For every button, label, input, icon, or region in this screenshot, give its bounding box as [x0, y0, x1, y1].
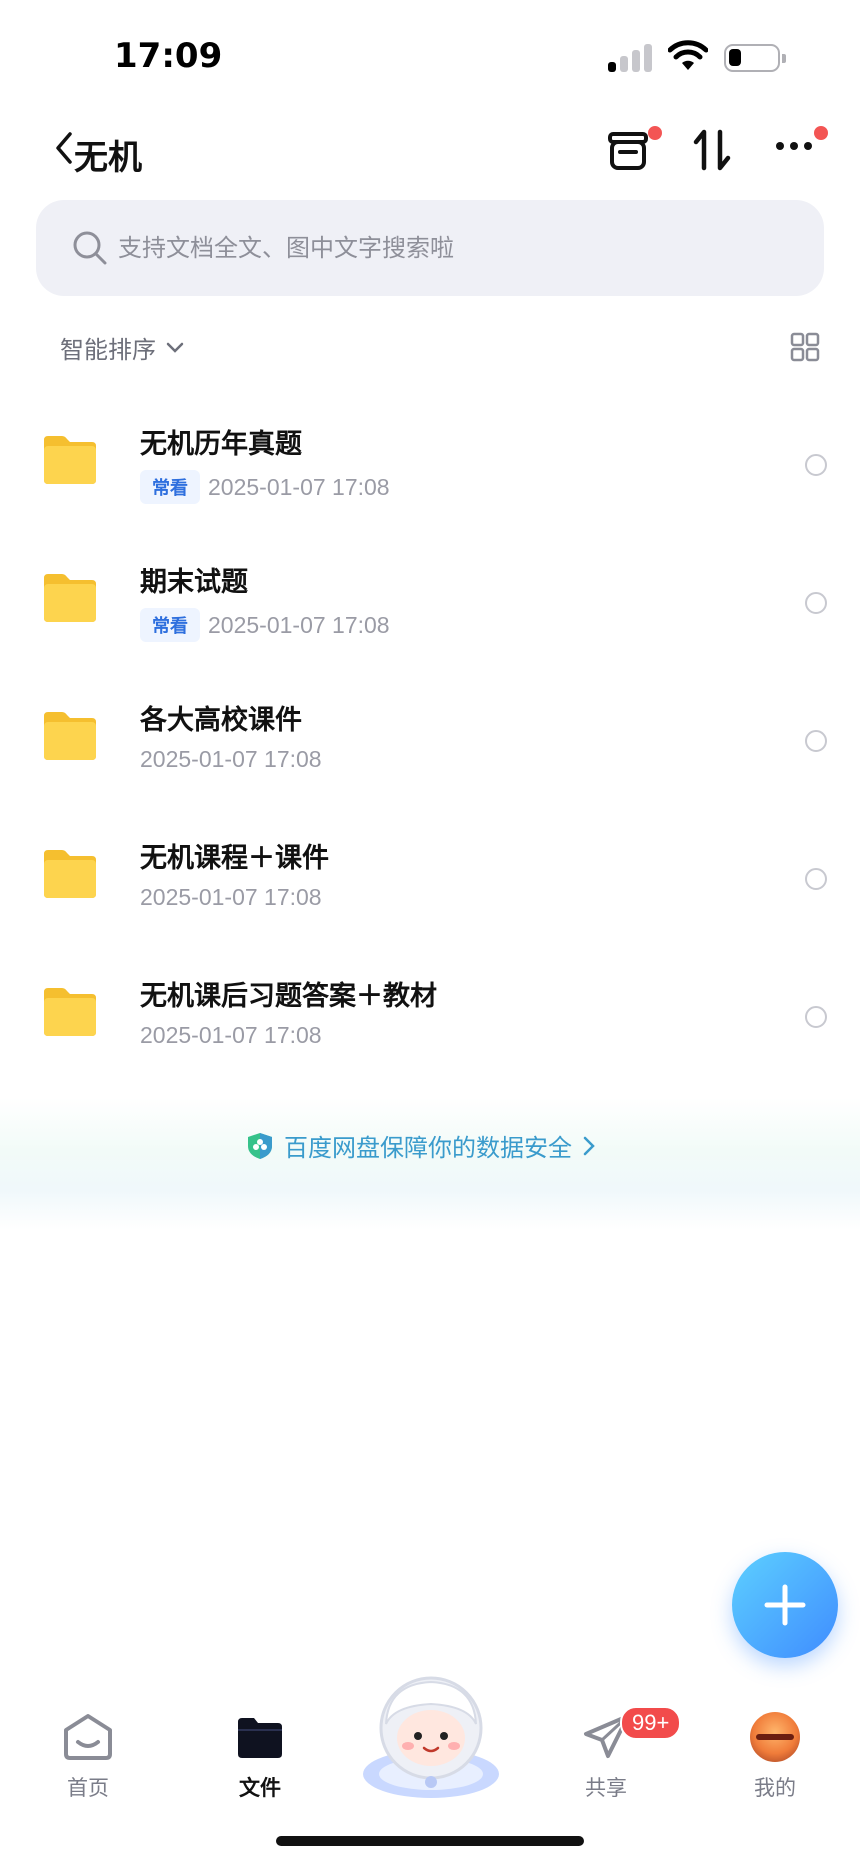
file-date: 2025-01-07 17:08 [140, 746, 322, 772]
folder-icon [44, 436, 96, 484]
file-date: 2025-01-07 17:08 [140, 1022, 322, 1048]
grid-view-icon[interactable] [790, 332, 820, 362]
file-name: 各大高校课件 [140, 705, 302, 736]
list-item[interactable]: 无机历年真题 常看 2025-01-07 17:08 [0, 404, 860, 542]
recycle-bin-dot [648, 126, 662, 140]
tab-home-label: 首页 [67, 1776, 109, 1800]
tab-home[interactable]: 首页 [28, 1710, 148, 1800]
sort-dropdown[interactable]: 智能排序 [60, 330, 184, 365]
select-radio[interactable] [805, 868, 827, 890]
security-banner-bg [0, 1098, 860, 1230]
chevron-right-icon [583, 1136, 595, 1155]
plus-icon [764, 1584, 806, 1626]
battery-icon [724, 44, 786, 72]
chevron-down-icon [166, 342, 184, 353]
add-button[interactable] [732, 1552, 838, 1658]
file-name: 期末试题 [140, 567, 248, 598]
file-name: 无机课后习题答案＋教材 [140, 981, 437, 1012]
file-name: 无机历年真题 [140, 429, 302, 460]
avatar[interactable] [750, 1712, 800, 1762]
frequent-tag: 常看 [140, 608, 200, 642]
list-item[interactable]: 各大高校课件 2025-01-07 17:08 [0, 680, 860, 818]
folder-icon [44, 850, 96, 898]
more-icon[interactable] [774, 140, 818, 152]
mascot-icon[interactable] [358, 1670, 504, 1802]
transfer-icon[interactable] [690, 128, 734, 172]
select-radio[interactable] [805, 730, 827, 752]
search-bar[interactable] [36, 200, 824, 296]
status-time: 17:09 [114, 36, 223, 76]
select-radio[interactable] [805, 454, 827, 476]
file-date: 2025-01-07 17:08 [140, 884, 322, 910]
sort-label: 智能排序 [60, 336, 156, 364]
search-input[interactable] [118, 226, 798, 270]
shield-icon [248, 1132, 272, 1159]
file-name: 无机课程＋课件 [140, 843, 329, 874]
recycle-bin-icon[interactable] [606, 128, 650, 172]
tab-files[interactable]: 文件 [200, 1710, 320, 1800]
list-item[interactable]: 期末试题 常看 2025-01-07 17:08 [0, 542, 860, 680]
frequent-tag: 常看 [140, 470, 200, 504]
more-dot [814, 126, 828, 140]
folder-icon [44, 988, 96, 1036]
list-item[interactable]: 无机课后习题答案＋教材 2025-01-07 17:08 [0, 956, 860, 1094]
home-indicator [276, 1836, 584, 1846]
files-icon [238, 1718, 282, 1758]
file-date: 2025-01-07 17:08 [208, 473, 390, 500]
back-chevron-icon[interactable] [52, 130, 74, 166]
share-badge: 99+ [620, 1706, 682, 1740]
security-banner[interactable]: 百度网盘保障你的数据安全 [246, 1128, 596, 1163]
list-item[interactable]: 无机课程＋课件 2025-01-07 17:08 [0, 818, 860, 956]
folder-icon [44, 574, 96, 622]
search-icon [73, 231, 107, 265]
security-banner-text: 百度网盘保障你的数据安全 [284, 1134, 572, 1162]
file-date: 2025-01-07 17:08 [208, 611, 390, 638]
home-icon [64, 1714, 112, 1760]
signal-icon [608, 44, 654, 72]
folder-icon [44, 712, 96, 760]
wifi-icon [668, 40, 708, 70]
tab-mine-label: 我的 [754, 1776, 796, 1800]
page-title: 无机 [74, 138, 142, 178]
tab-files-label: 文件 [239, 1776, 281, 1800]
tab-share-label: 共享 [585, 1776, 627, 1800]
select-radio[interactable] [805, 1006, 827, 1028]
select-radio[interactable] [805, 592, 827, 614]
